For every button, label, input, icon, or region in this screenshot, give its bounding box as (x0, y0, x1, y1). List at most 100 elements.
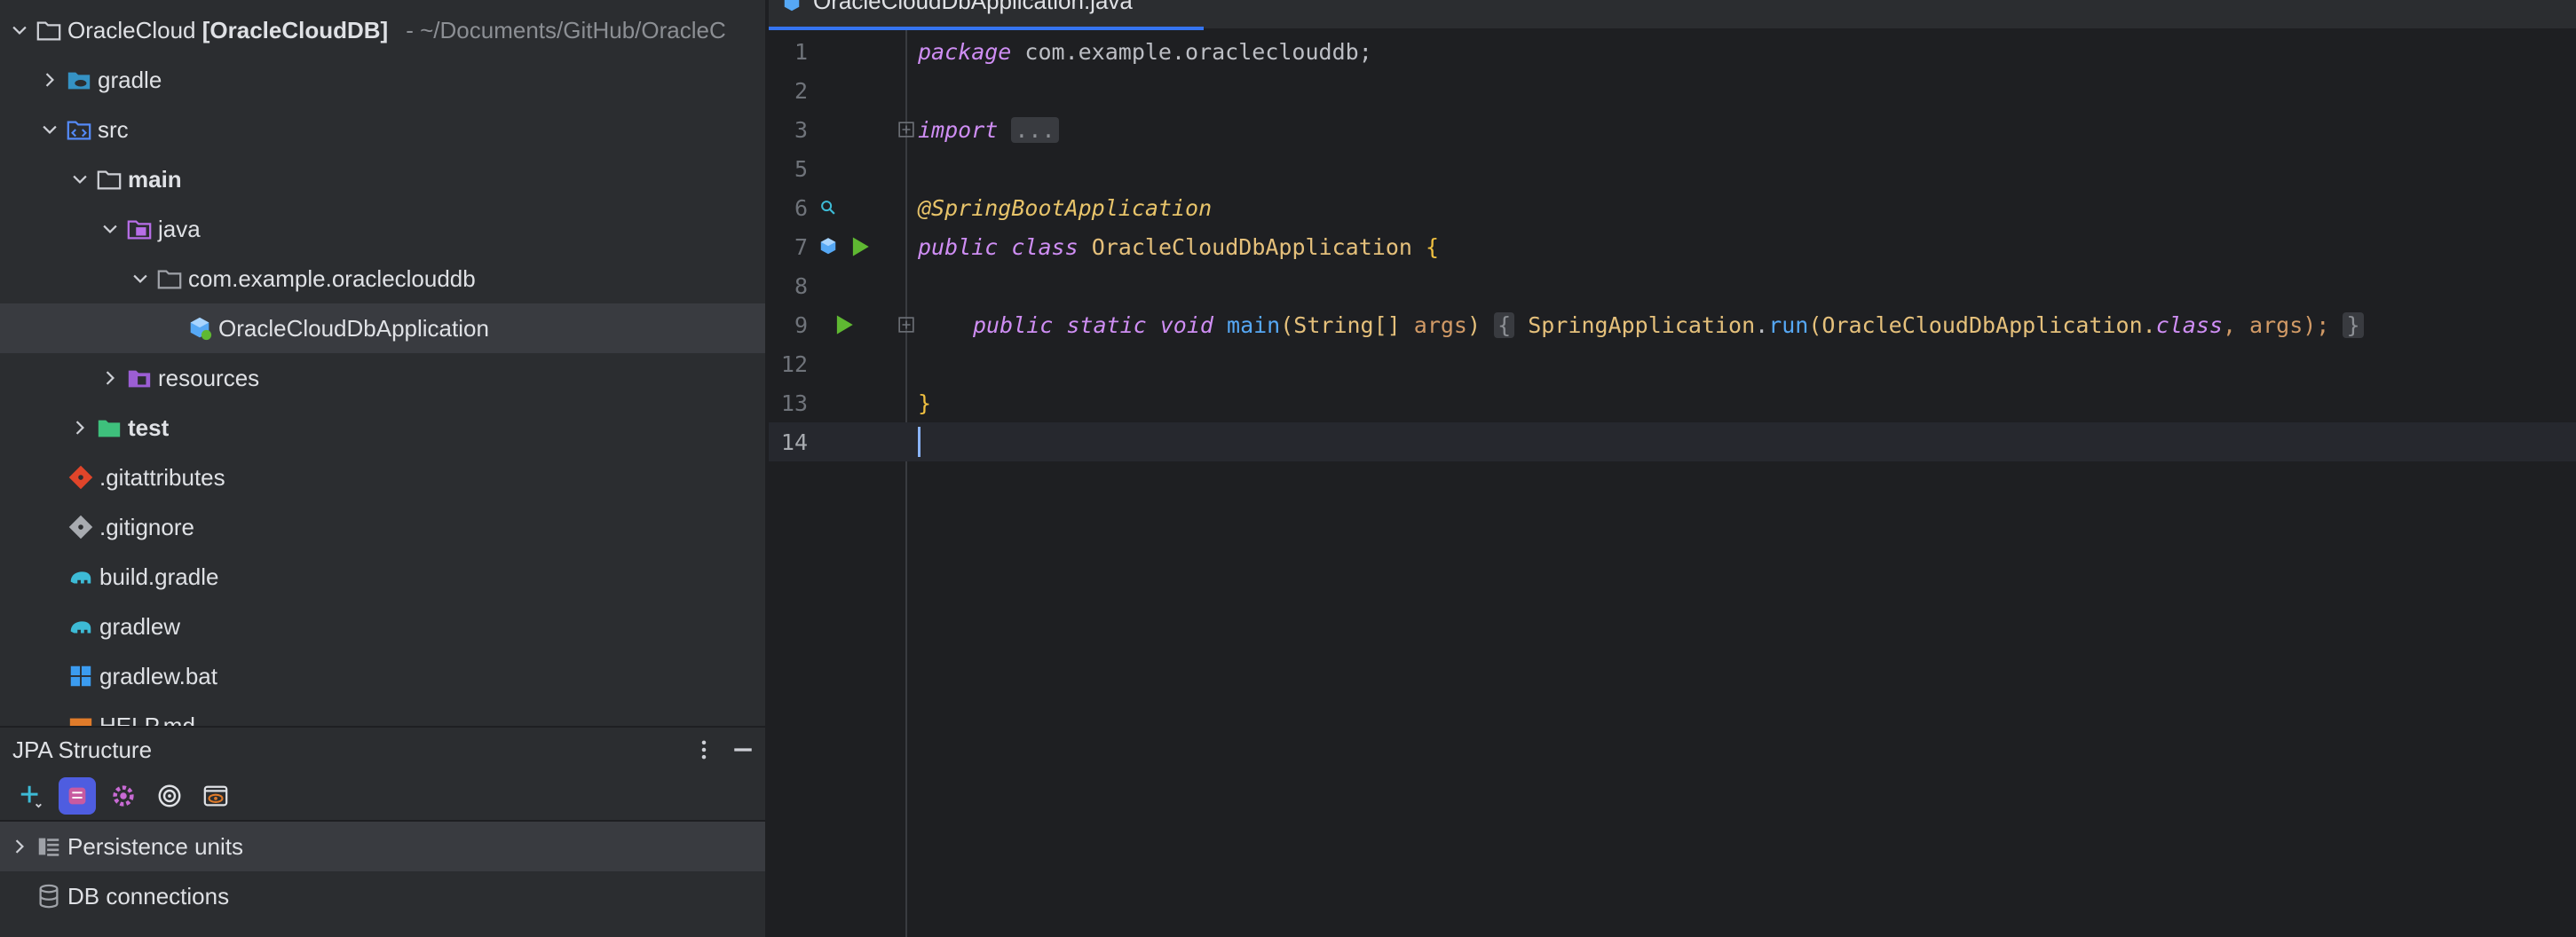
tree-row-java[interactable]: java (0, 204, 765, 254)
spring-boot-class-icon (185, 303, 215, 353)
tree-row-gradlew-bat[interactable]: gradlew.bat (0, 651, 765, 701)
tree-row-main[interactable]: main (0, 154, 765, 204)
code-line[interactable]: 9 public static void main(String[] args)… (769, 305, 2576, 344)
jpa-item-persistence-units[interactable]: Persistence units (0, 822, 765, 871)
project-tree: OracleCloud [OracleCloudDB] - ~/Document… (0, 0, 765, 727)
code-line[interactable]: 7 public class OracleCloudDbApplication … (769, 227, 2576, 266)
keyword: class (2155, 311, 2223, 338)
resources-folder-icon (124, 353, 154, 403)
line-number: 14 (780, 429, 808, 455)
tree-row-application-class[interactable]: OracleCloudDbApplication (0, 303, 765, 353)
chevron-down-icon[interactable] (126, 254, 154, 303)
tree-row-gitattributes[interactable]: .gitattributes (0, 453, 765, 502)
code-line[interactable]: 1 package com.example.oracleclouddb; (769, 32, 2576, 71)
line-number: 6 (794, 194, 808, 221)
param-name: args (1413, 311, 1467, 338)
keyword: import (918, 116, 999, 143)
method-name: main (1227, 311, 1281, 338)
add-icon[interactable] (12, 777, 50, 815)
jpa-item-db-connections[interactable]: DB connections (0, 871, 765, 921)
code-line[interactable]: 3 import ... (769, 110, 2576, 149)
chevron-right-icon[interactable] (36, 55, 64, 105)
run-icon[interactable] (849, 235, 872, 258)
jpa-structure-title: JPA Structure (12, 736, 153, 763)
fold-icon[interactable] (898, 317, 914, 333)
module-name: [OracleCloudDB] (201, 16, 389, 43)
argument: , args); (2222, 311, 2330, 338)
tree-item-label: java (158, 215, 201, 242)
tree-row-package[interactable]: com.example.oracleclouddb (0, 254, 765, 303)
chevron-right-icon[interactable] (5, 822, 34, 871)
tree-row-resources[interactable]: resources (0, 353, 765, 403)
code-editor: OracleCloudDbApplication.java 1 package … (769, 0, 2576, 937)
folded-brace-open[interactable]: { (1494, 311, 1515, 338)
jpa-buddy-icon[interactable] (59, 777, 96, 815)
line-number: 9 (794, 311, 808, 338)
git-icon (66, 453, 96, 502)
code-line[interactable]: 2 (769, 71, 2576, 110)
more-options-icon[interactable] (691, 736, 717, 763)
line-number: 2 (794, 77, 808, 104)
keyword: public (973, 311, 1054, 338)
brace: } (918, 390, 932, 416)
code-line[interactable]: 13 } (769, 383, 2576, 422)
project-tool-window: OracleCloud [OracleCloudDB] - ~/Document… (0, 0, 767, 937)
tree-item-label: build.gradle (99, 563, 219, 590)
project-name: OracleCloud (67, 16, 196, 43)
dot: . (1755, 311, 1769, 338)
persistence-units-icon (34, 822, 64, 871)
tree-row-help-md[interactable]: HELP.md (0, 701, 765, 727)
jpa-structure-panel: JPA Structure Persistence units DB conne… (0, 726, 765, 937)
settings-gear-icon[interactable] (105, 777, 142, 815)
tree-row-src[interactable]: src (0, 105, 765, 154)
argument: (OracleCloudDbApplication. (1808, 311, 2156, 338)
tree-item-label: main (128, 165, 182, 193)
chevron-down-icon[interactable] (96, 204, 124, 254)
target-icon[interactable] (151, 777, 188, 815)
java-source-root-icon (124, 204, 154, 254)
tree-row-root[interactable]: OracleCloud [OracleCloudDB] - ~/Document… (0, 5, 765, 55)
paren: ) (1467, 311, 1482, 338)
spring-boot-class-icon (784, 0, 800, 12)
tree-item-label: gradle (98, 66, 162, 93)
editor-tab-active[interactable]: OracleCloudDbApplication.java (769, 0, 1204, 30)
tree-row-build-gradle[interactable]: build.gradle (0, 552, 765, 602)
tree-item-label: .gitignore (99, 513, 194, 540)
jpa-structure-header: JPA Structure (0, 728, 765, 772)
folded-brace-close[interactable]: } (2343, 311, 2364, 338)
line-number: 5 (794, 155, 808, 182)
code-line[interactable]: 5 (769, 149, 2576, 188)
tree-item-label: gradlew (99, 612, 181, 640)
code-line[interactable]: 12 (769, 344, 2576, 383)
keyword: package (918, 38, 1012, 65)
chevron-right-icon[interactable] (96, 353, 124, 403)
tree-row-test[interactable]: test (0, 403, 765, 453)
preview-window-icon[interactable] (197, 777, 234, 815)
spring-bean-icon[interactable] (817, 235, 840, 258)
run-icon[interactable] (833, 313, 856, 336)
database-icon (34, 871, 64, 921)
tree-row-gradlew[interactable]: gradlew (0, 602, 765, 651)
editor-tab-label: OracleCloudDbApplication.java (813, 0, 1133, 14)
folded-imports[interactable]: ... (1011, 116, 1059, 143)
code-line[interactable]: 8 (769, 266, 2576, 305)
markdown-icon (66, 701, 96, 726)
fold-icon[interactable] (898, 122, 914, 138)
tree-item-label: HELP.md (99, 712, 195, 727)
code-line[interactable]: 6 @SpringBootApplication (769, 188, 2576, 227)
param-type: (String[] (1280, 311, 1401, 338)
tree-row-gradle[interactable]: gradle (0, 55, 765, 105)
search-icon[interactable] (817, 196, 840, 219)
chevron-right-icon[interactable] (66, 403, 94, 453)
windows-icon (66, 651, 96, 701)
code-line-current[interactable]: 14 (769, 422, 2576, 461)
brace: { (1426, 233, 1440, 260)
method-name: run (1768, 311, 1809, 338)
tree-row-gitignore[interactable]: .gitignore (0, 502, 765, 552)
test-folder-icon (94, 403, 124, 453)
chevron-down-icon[interactable] (66, 154, 94, 204)
tree-item-label: OracleCloudDbApplication (218, 314, 489, 342)
chevron-down-icon[interactable] (5, 5, 34, 55)
minimize-icon[interactable] (730, 736, 756, 763)
chevron-down-icon[interactable] (36, 105, 64, 154)
